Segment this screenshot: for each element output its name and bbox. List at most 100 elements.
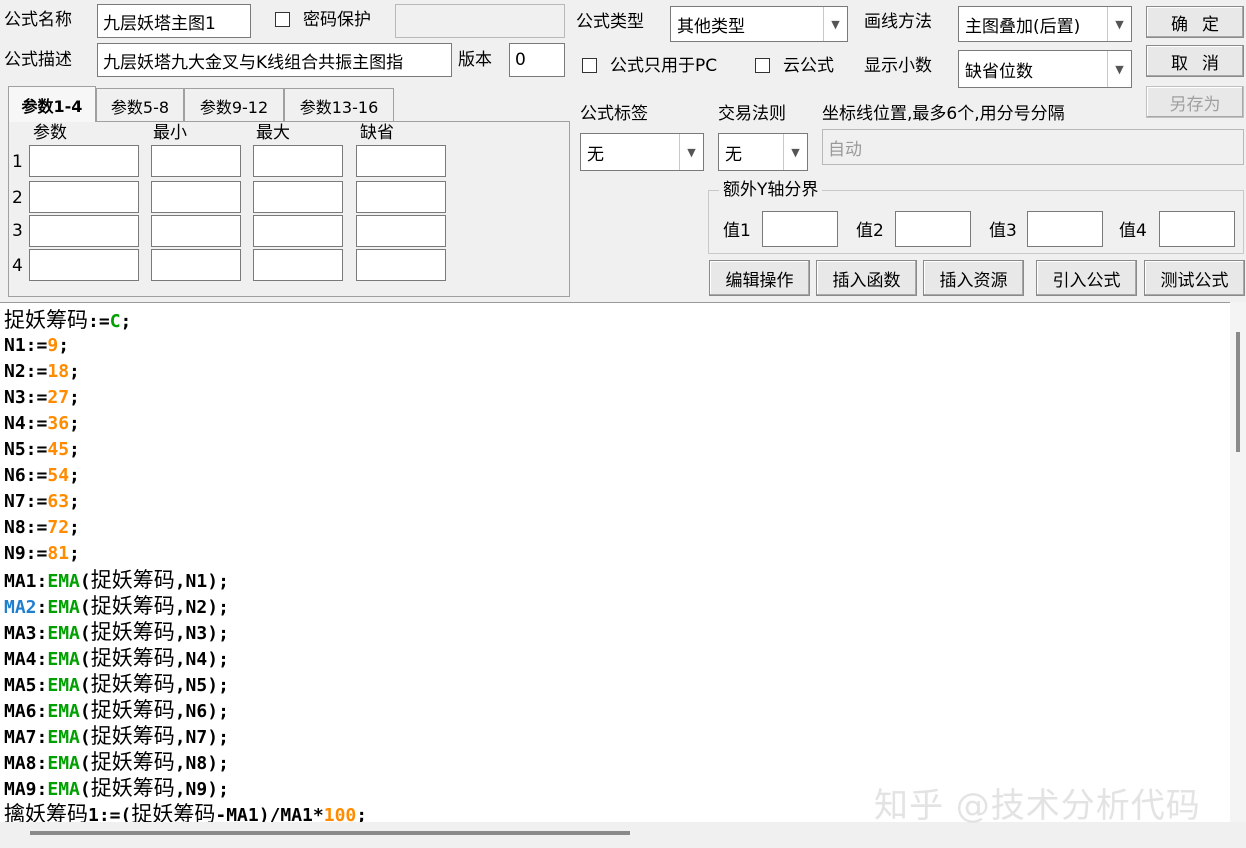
draw-method-select[interactable]: 主图叠加(后置) ▼ [958, 6, 1132, 42]
import-formula-button[interactable]: 引入公式 [1036, 260, 1137, 296]
param-4-name-input[interactable] [29, 249, 139, 281]
code-token: ; [58, 335, 70, 356]
code-token: ; [69, 361, 80, 382]
param-4-max-input[interactable] [253, 249, 343, 281]
code-token: 100 [323, 805, 357, 822]
param-3-max-input[interactable] [253, 215, 343, 247]
code-editor[interactable]: 捉妖筹码:=C; N1:=9; N2:=18; N3:=27; N4:=36; N5:=4… [0, 302, 1230, 822]
code-token: EMA [47, 623, 80, 644]
tab-params-9-12[interactable]: 参数9-12 [184, 88, 284, 122]
horizontal-scroll-thumb[interactable] [30, 831, 630, 835]
code-token: := [88, 311, 110, 332]
code-token: 72 [47, 517, 70, 538]
code-line[interactable]: MA5:EMA(捉妖筹码,N5); [4, 671, 367, 697]
param-4-default-input[interactable] [356, 249, 446, 281]
y-value-1-input[interactable] [762, 211, 838, 247]
chevron-down-icon[interactable]: ▼ [1107, 7, 1131, 41]
param-1-default-input[interactable] [356, 145, 446, 177]
code-line[interactable]: MA7:EMA(捉妖筹码,N7); [4, 723, 367, 749]
decimals-label: 显示小数 [864, 56, 932, 76]
save-as-button[interactable]: 另存为 [1146, 86, 1244, 118]
code-token: MA5: [4, 675, 48, 696]
y-value-4-label: 值4 [1119, 221, 1147, 241]
param-1-max-input[interactable] [253, 145, 343, 177]
code-line[interactable]: N4:=36; [4, 411, 367, 437]
param-3-default-input[interactable] [356, 215, 446, 247]
code-token: 捉妖筹码 [90, 620, 175, 644]
test-formula-button[interactable]: 测试公式 [1144, 260, 1245, 296]
code-line[interactable]: 擒妖筹码1:=(捉妖筹码-MA1)/MA1*100; [4, 801, 367, 822]
tab-params-5-8[interactable]: 参数5-8 [96, 88, 184, 122]
code-token: MA2 [4, 597, 37, 618]
y-value-4-input[interactable] [1159, 211, 1235, 247]
code-token: 捉妖筹码 [90, 724, 175, 748]
chevron-down-icon[interactable]: ▼ [1107, 51, 1131, 87]
code-line[interactable]: N9:=81; [4, 541, 367, 567]
formula-type-select[interactable]: 其他类型 ▼ [670, 6, 848, 42]
code-line[interactable]: N8:=72; [4, 515, 367, 541]
code-line[interactable]: N7:=63; [4, 489, 367, 515]
y-value-2-input[interactable] [895, 211, 971, 247]
code-token: EMA [47, 597, 80, 618]
formula-desc-input[interactable]: 九层妖塔九大金叉与K线组合共振主图指 [97, 43, 452, 77]
code-token: 擒妖筹码 [4, 802, 88, 822]
code-line[interactable]: 捉妖筹码:=C; [4, 307, 367, 333]
ok-button[interactable]: 确定 [1146, 6, 1244, 38]
formula-tag-select[interactable]: 无 ▼ [580, 133, 704, 171]
param-2-min-input[interactable] [151, 181, 241, 213]
code-line[interactable]: MA3:EMA(捉妖筹码,N3); [4, 619, 367, 645]
code-token: EMA [47, 675, 80, 696]
code-line[interactable]: N5:=45; [4, 437, 367, 463]
code-token: ; [356, 805, 368, 822]
chevron-down-icon[interactable]: ▼ [679, 134, 703, 170]
cancel-button[interactable]: 取消 [1146, 45, 1244, 77]
code-line[interactable]: MA4:EMA(捉妖筹码,N4); [4, 645, 367, 671]
param-header-min: 最小 [153, 123, 187, 143]
code-line[interactable]: N2:=18; [4, 359, 367, 385]
code-token: ( [79, 675, 91, 696]
y-value-3-input[interactable] [1027, 211, 1103, 247]
param-1-name-input[interactable] [29, 145, 139, 177]
param-2-name-input[interactable] [29, 181, 139, 213]
trade-rule-value: 无 [725, 144, 742, 165]
param-2-default-input[interactable] [356, 181, 446, 213]
pc-only-checkbox[interactable] [582, 58, 597, 73]
insert-function-button[interactable]: 插入函数 [816, 260, 917, 296]
code-line[interactable]: MA2:EMA(捉妖筹码,N2); [4, 593, 367, 619]
code-token: ( [79, 597, 91, 618]
edit-ops-button[interactable]: 编辑操作 [709, 260, 810, 296]
vertical-scroll-thumb[interactable] [1236, 332, 1240, 452]
insert-resource-button[interactable]: 插入资源 [923, 260, 1024, 296]
code-line[interactable]: MA9:EMA(捉妖筹码,N9); [4, 775, 367, 801]
password-protect-checkbox[interactable] [275, 12, 290, 27]
code-line[interactable]: N1:=9; [4, 333, 367, 359]
trade-rule-select[interactable]: 无 ▼ [718, 133, 808, 171]
version-input[interactable]: 0 [509, 43, 565, 77]
tab-params-1-4[interactable]: 参数1-4 [8, 86, 96, 122]
version-label: 版本 [458, 50, 492, 70]
param-3-name-input[interactable] [29, 215, 139, 247]
code-token: ( [79, 571, 91, 592]
param-1-min-input[interactable] [151, 145, 241, 177]
decimals-select[interactable]: 缺省位数 ▼ [958, 50, 1132, 88]
coord-lines-input[interactable]: 自动 [822, 129, 1244, 165]
param-2-max-input[interactable] [253, 181, 343, 213]
param-header-name: 参数 [33, 123, 67, 143]
code-line[interactable]: MA6:EMA(捉妖筹码,N6); [4, 697, 367, 723]
code-line[interactable]: MA8:EMA(捉妖筹码,N8); [4, 749, 367, 775]
param-4-min-input[interactable] [151, 249, 241, 281]
chevron-down-icon[interactable]: ▼ [783, 134, 807, 170]
code-line[interactable]: N3:=27; [4, 385, 367, 411]
param-3-min-input[interactable] [151, 215, 241, 247]
cloud-formula-checkbox[interactable] [755, 58, 770, 73]
code-token: ; [69, 413, 80, 434]
code-line[interactable]: N6:=54; [4, 463, 367, 489]
password-input[interactable] [395, 4, 565, 38]
chevron-down-icon[interactable]: ▼ [823, 7, 847, 41]
formula-name-input[interactable]: 九层妖塔主图1 [97, 4, 251, 38]
tab-params-13-16[interactable]: 参数13-16 [284, 88, 394, 122]
code-content[interactable]: 捉妖筹码:=C; N1:=9; N2:=18; N3:=27; N4:=36; N5:=4… [4, 307, 367, 822]
vertical-scrollbar[interactable] [1230, 302, 1246, 822]
code-line[interactable]: MA1:EMA(捉妖筹码,N1); [4, 567, 367, 593]
watermark: 知乎 @技术分析代码 [874, 786, 1201, 826]
